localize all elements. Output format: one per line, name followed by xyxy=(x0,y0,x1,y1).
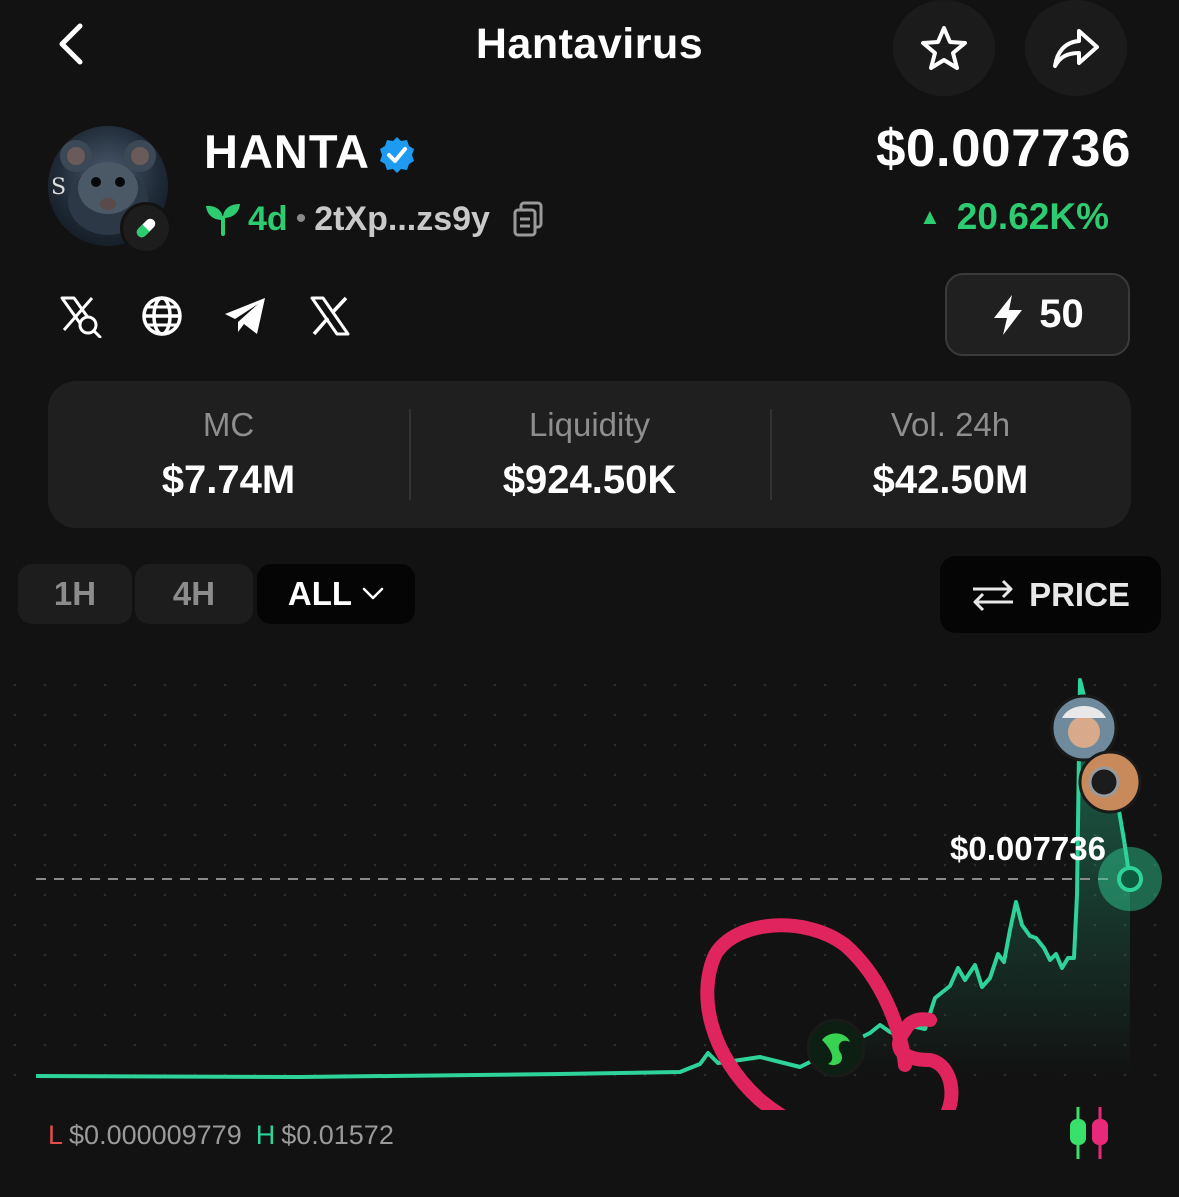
copy-icon[interactable] xyxy=(512,201,544,237)
separator-dot: • xyxy=(295,202,307,235)
price-change: ▲ 20.62K% xyxy=(919,196,1109,238)
star-icon xyxy=(921,26,967,70)
price-toggle-label: PRICE xyxy=(1029,575,1130,613)
globe-icon xyxy=(142,296,182,336)
x-search-button[interactable] xyxy=(56,292,104,340)
stats-card: MC $7.74M Liquidity $924.50K Vol. 24h $4… xyxy=(48,381,1131,528)
stat-value: $42.50M xyxy=(872,458,1029,502)
chevron-down-icon xyxy=(362,587,384,600)
share-button[interactable] xyxy=(1025,0,1127,96)
low-high-row: L $0.000009779 H $0.01572 xyxy=(48,1120,394,1151)
verified-icon xyxy=(380,137,414,173)
telegram-icon xyxy=(225,298,265,334)
token-address[interactable]: 2tXp...zs9y xyxy=(314,200,490,239)
website-button[interactable] xyxy=(138,292,186,340)
svg-text:S: S xyxy=(51,175,66,200)
tab-1h[interactable]: 1H xyxy=(18,564,132,624)
token-age: 4d xyxy=(248,199,288,238)
stat-label: MC xyxy=(202,406,255,443)
price-toggle-button[interactable]: PRICE xyxy=(940,556,1161,633)
low-value: $0.000009779 xyxy=(69,1120,242,1150)
trader-avatar[interactable] xyxy=(1050,694,1118,762)
x-button[interactable] xyxy=(306,292,354,340)
price-chart[interactable]: $0.007736 xyxy=(0,640,1179,1110)
stat-value: $7.74M xyxy=(161,458,296,502)
sprout-icon xyxy=(206,204,240,236)
boost-button[interactable]: 50 xyxy=(945,273,1130,356)
boost-label: 50 xyxy=(1039,292,1084,336)
lightning-icon xyxy=(994,294,1023,335)
candlestick-icon[interactable] xyxy=(1064,1105,1114,1161)
stat-value: $924.50K xyxy=(502,458,677,502)
pill-icon xyxy=(136,218,156,238)
high-key: H xyxy=(255,1120,276,1150)
swap-icon xyxy=(973,579,1014,611)
x-search-icon xyxy=(60,296,102,338)
share-icon xyxy=(1053,29,1099,68)
token-meta-row: 4d • 2tXp...zs9y xyxy=(204,196,544,242)
tab-all[interactable]: ALL xyxy=(257,564,415,624)
token-price: $0.007736 xyxy=(875,119,1131,178)
x-logo-icon xyxy=(310,296,350,336)
stat-label: Vol. 24h xyxy=(890,406,1011,443)
trade-marker-avatar[interactable] xyxy=(806,1018,866,1078)
current-price-label: $0.007736 xyxy=(950,830,1106,867)
stat-volume-24h: Vol. 24h $42.50M xyxy=(770,381,1131,528)
stat-liquidity: Liquidity $924.50K xyxy=(409,381,770,528)
current-price-marker xyxy=(1117,866,1143,892)
up-triangle-icon: ▲ xyxy=(919,204,941,229)
token-symbol: HANTA xyxy=(204,125,370,178)
trader-avatar-watch[interactable] xyxy=(1078,750,1142,814)
favorite-button[interactable] xyxy=(893,0,995,96)
stat-market-cap: MC $7.74M xyxy=(48,381,409,528)
tab-4h[interactable]: 4H xyxy=(135,564,253,624)
pill-badge xyxy=(120,202,172,254)
telegram-button[interactable] xyxy=(221,292,269,340)
tab-all-label: ALL xyxy=(287,575,353,612)
stat-label: Liquidity xyxy=(528,406,651,443)
page-title: Hantavirus xyxy=(475,20,704,68)
high-value: $0.01572 xyxy=(281,1120,394,1150)
price-change-value: 20.62K% xyxy=(956,196,1109,237)
low-key: L xyxy=(48,1120,64,1150)
